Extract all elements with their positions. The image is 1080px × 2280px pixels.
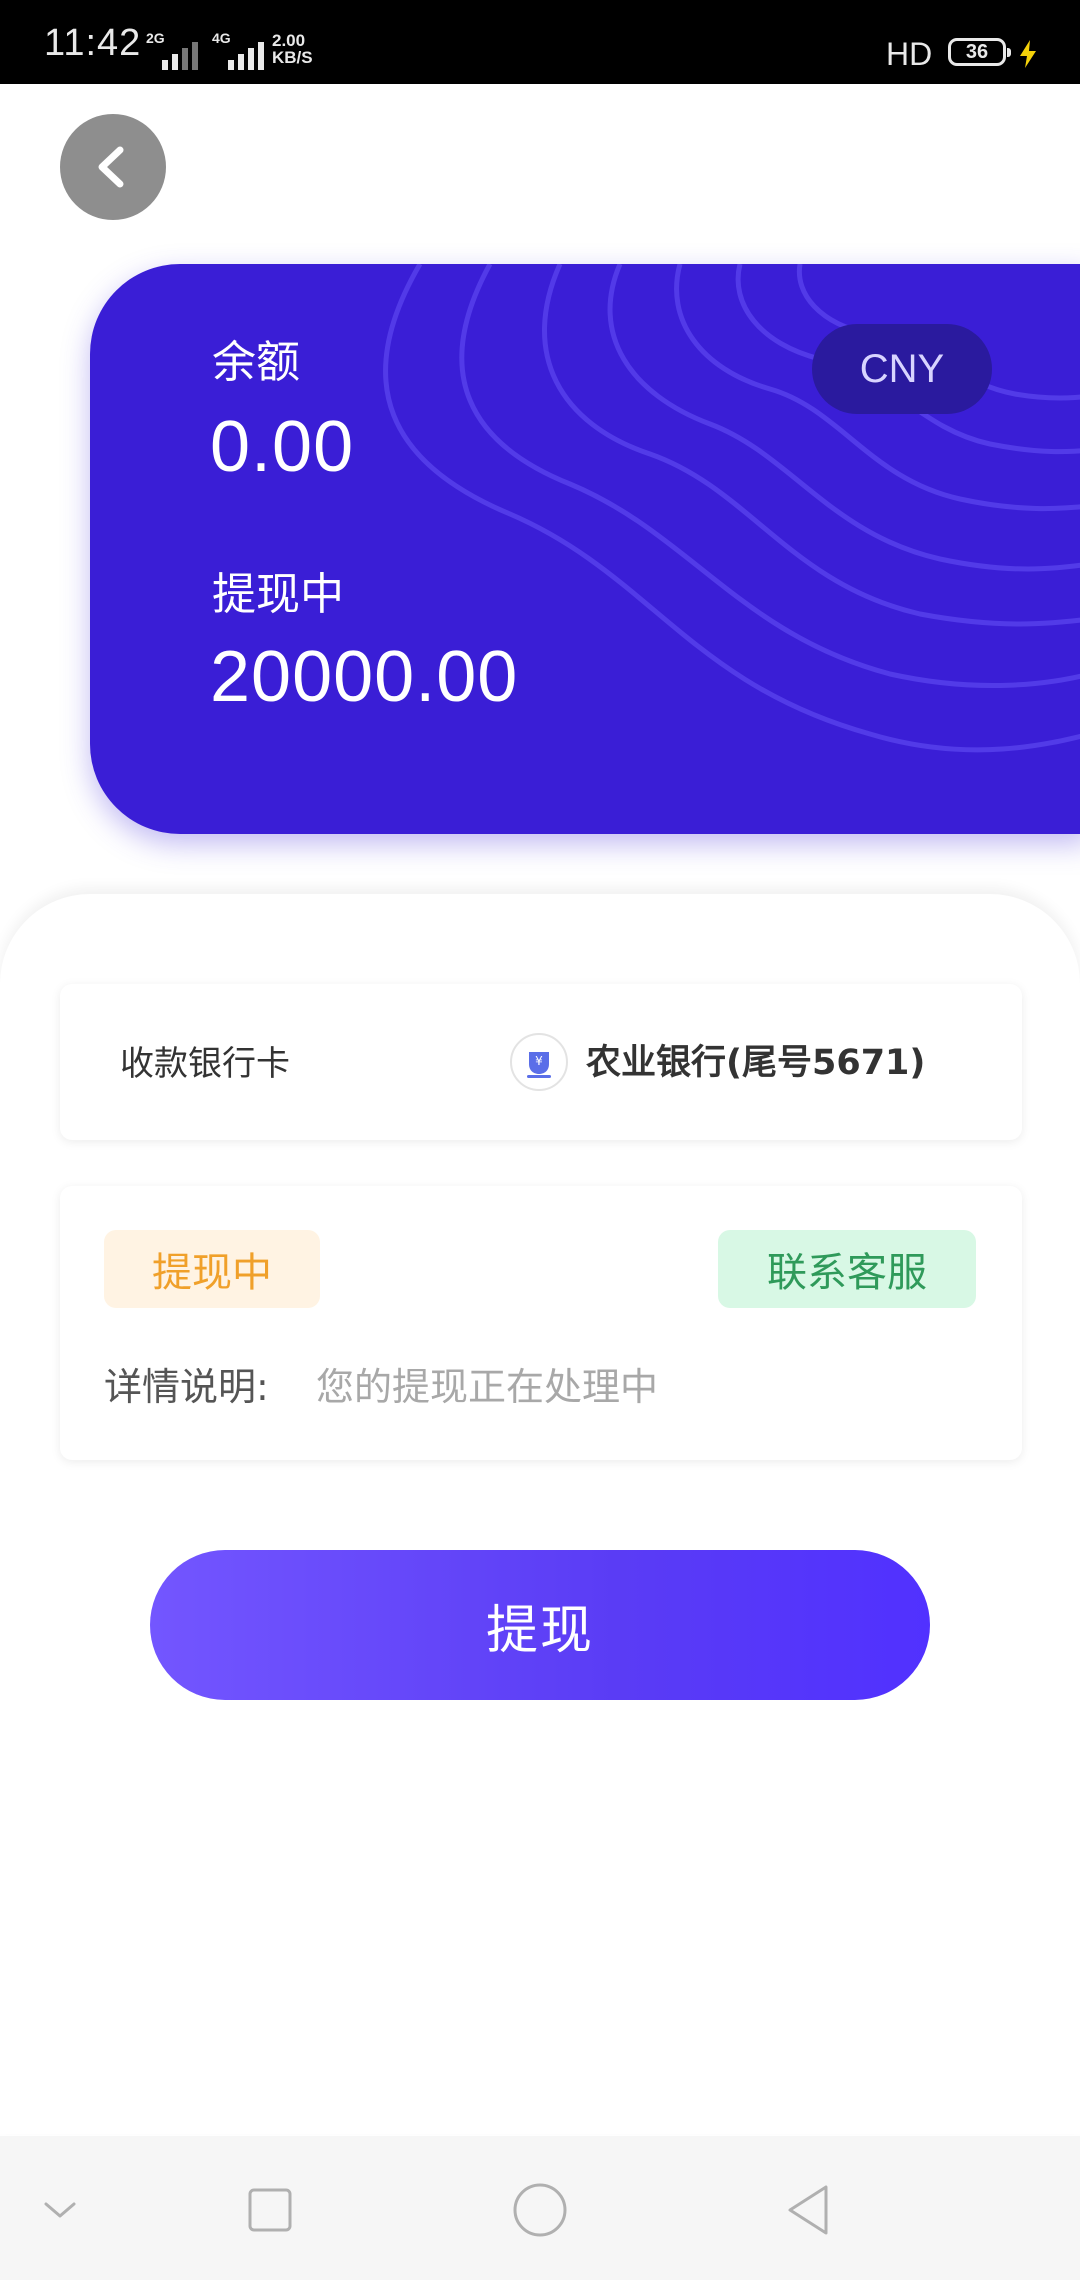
detail-label: 详情说明:: [104, 1365, 269, 1409]
system-nav-bar: [0, 2136, 1080, 2280]
back-button[interactable]: [60, 114, 166, 220]
withdraw-status-card: 提现中 联系客服 详情说明: 您的提现正在处理中: [60, 1186, 1022, 1460]
balance-value: 0.00: [210, 407, 355, 487]
withdrawing-label: 提现中: [212, 569, 344, 620]
nav-back-button[interactable]: [780, 2180, 840, 2240]
triangle-back-icon: [788, 2185, 828, 2235]
battery-icon: 36: [948, 38, 1011, 66]
bank-card-row[interactable]: 收款银行卡 ¥ 农业银行(尾号5671): [60, 984, 1022, 1140]
balance-label: 余额: [212, 337, 300, 388]
status-badge: 提现中: [104, 1230, 320, 1308]
status-time: 11:42: [44, 22, 142, 64]
withdrawing-value: 20000.00: [210, 637, 519, 717]
chevron-down-icon: [44, 2202, 76, 2218]
nav-recents-button[interactable]: [240, 2180, 300, 2240]
status-bar: 11:42 2G 4G 2.00 KB/S HD 36: [0, 0, 1080, 84]
contact-support-button[interactable]: 联系客服: [718, 1230, 976, 1308]
hd-label: HD: [886, 36, 933, 72]
signal-icon: [162, 40, 198, 70]
nav-home-button[interactable]: [510, 2180, 570, 2240]
balance-card: 余额 0.00 提现中 20000.00 CNY: [90, 264, 1080, 834]
square-icon: [248, 2188, 292, 2232]
bank-logo-icon: ¥: [510, 1033, 568, 1091]
bank-row-label: 收款银行卡: [120, 1044, 290, 1084]
net-speed-unit: KB/S: [272, 48, 313, 67]
svg-text:¥: ¥: [535, 1054, 543, 1068]
signal-icon: [228, 40, 264, 70]
chevron-left-icon: [98, 146, 124, 188]
net-speed: 2.00 KB/S: [272, 32, 313, 66]
currency-badge[interactable]: CNY: [812, 324, 992, 414]
withdraw-button[interactable]: 提现: [150, 1550, 930, 1700]
battery-level: 36: [965, 41, 989, 63]
detail-text: 您的提现正在处理中: [316, 1365, 659, 1409]
circle-icon: [513, 2183, 567, 2237]
bank-name: 农业银行(尾号5671): [586, 1043, 926, 1083]
net-speed-value: 2.00: [272, 31, 306, 50]
charging-bolt-icon: [1020, 40, 1036, 68]
nav-hide-button[interactable]: [30, 2180, 90, 2240]
